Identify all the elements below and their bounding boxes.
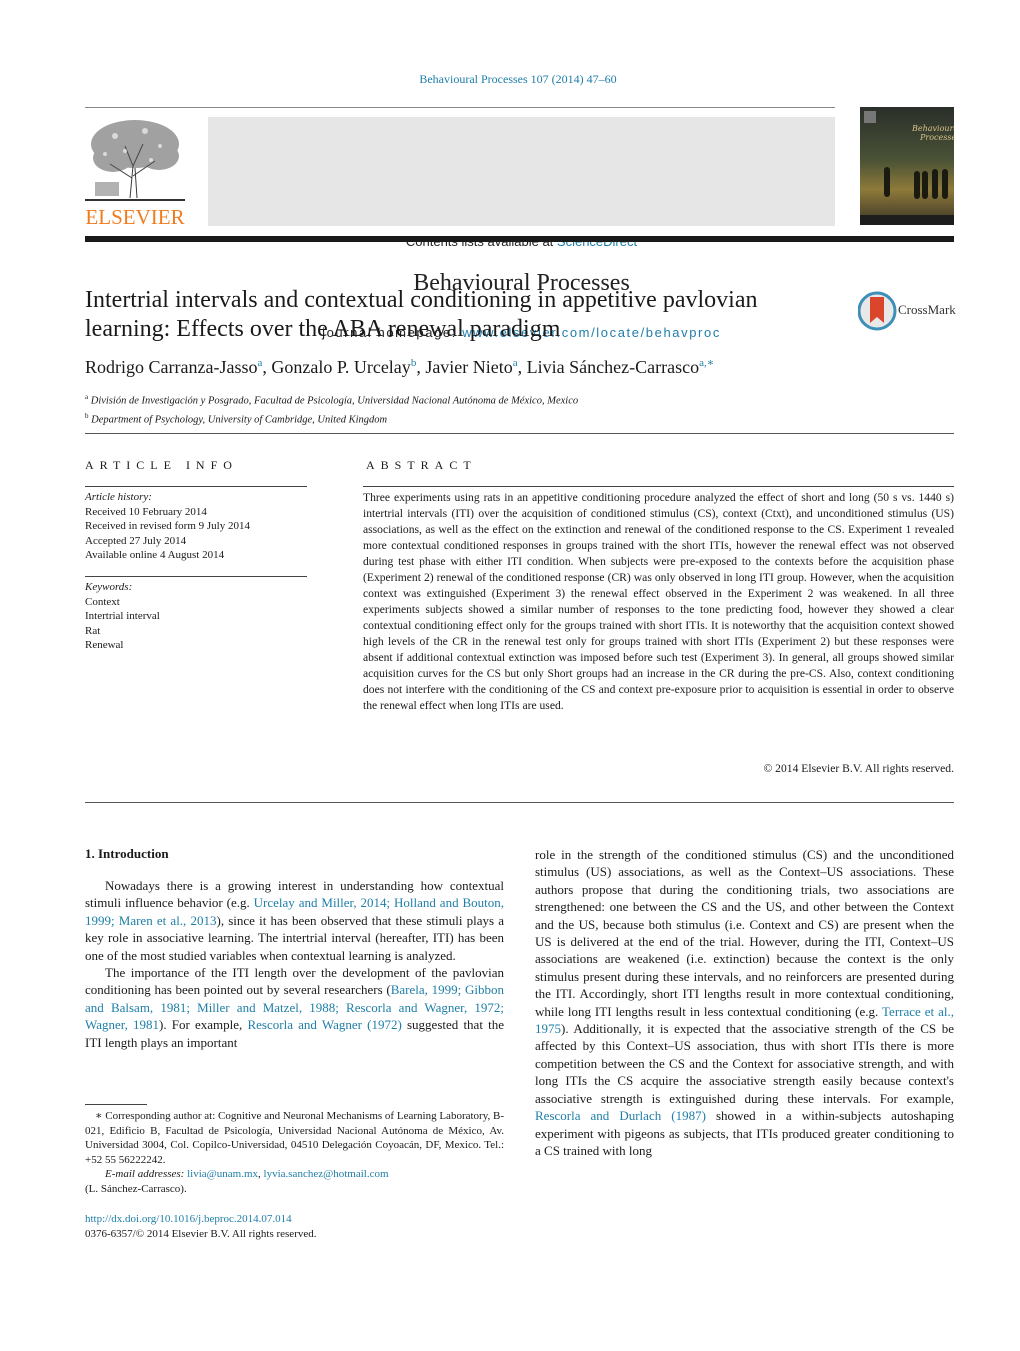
body-text: ). Additionally, it is expected that the… — [535, 1021, 954, 1106]
abstract-heading: ABSTRACT — [366, 458, 477, 472]
email-owner: (L. Sánchez-Carrasco). — [85, 1182, 187, 1195]
history-label: Article history: — [85, 491, 152, 503]
author-name[interactable]: Javier Nieto — [425, 357, 512, 377]
section-rule — [85, 433, 954, 434]
author-affiliation-mark[interactable]: a — [257, 357, 262, 369]
author-name[interactable]: Gonzalo P. Urcelay — [271, 357, 410, 377]
journal-citation-link[interactable]: Behavioural Processes 107 (2014) 47–60 — [0, 72, 1020, 87]
citation-link[interactable]: Rescorla and Wagner (1972) — [247, 1017, 401, 1032]
citation-link[interactable]: Rescorla and Durlach (1987) — [535, 1108, 706, 1123]
author-affiliation-mark[interactable]: b — [411, 357, 417, 369]
email-link[interactable]: lyvia.sanchez@hotmail.com — [264, 1168, 389, 1180]
elsevier-wordmark: ELSEVIER — [85, 205, 185, 229]
author-name[interactable]: Rodrigo Carranza-Jasso — [85, 357, 257, 377]
keyword-item: Context — [85, 595, 120, 608]
body-paragraph: The importance of the ITI length over th… — [85, 964, 504, 1051]
abstract-rule — [363, 486, 954, 487]
email-link[interactable]: livia@unam.mx — [187, 1168, 258, 1180]
keyword-item: Rat — [85, 624, 101, 637]
history-item: Accepted 27 July 2014 — [85, 534, 187, 547]
corresponding-author-footnote: ∗ Corresponding author at: Cognitive and… — [85, 1110, 505, 1195]
author-name[interactable]: Livia Sánchez-Carrasco — [527, 357, 699, 377]
crossmark-label: CrossMark — [898, 302, 956, 317]
footnote-rule — [85, 1104, 147, 1105]
keywords: Keywords: Context Intertrial interval Ra… — [85, 580, 315, 653]
affiliation-item: b Department of Psychology, University o… — [85, 409, 945, 428]
section-rule — [85, 802, 954, 803]
affiliations: a División de Investigación y Posgrado, … — [85, 390, 945, 427]
affiliation-mark: a — [85, 393, 89, 401]
author-list: Rodrigo Carranza-Jassoa, Gonzalo P. Urce… — [85, 357, 715, 377]
article-title: Intertrial intervals and contextual cond… — [85, 287, 758, 342]
keywords-rule — [85, 576, 307, 577]
body-column-right: role in the strength of the conditioned … — [535, 846, 954, 1159]
affiliation-mark: b — [85, 411, 89, 420]
author-affiliation-mark[interactable]: a — [513, 357, 518, 369]
doi-link[interactable]: http://dx.doi.org/10.1016/j.beproc.2014.… — [85, 1212, 504, 1227]
footnote-text: Corresponding author at: Cognitive and N… — [85, 1110, 505, 1166]
section-heading-introduction: 1. Introduction — [85, 846, 169, 861]
affiliation-text: Department of Psychology, University of … — [91, 414, 388, 425]
article-info-heading: ARTICLE INFO — [85, 458, 238, 472]
journal-cover-image: Behavioural Processes — [860, 107, 961, 225]
keywords-label: Keywords: — [85, 581, 133, 593]
article-info-rule — [85, 486, 307, 487]
keyword-item: Intertrial interval — [85, 610, 160, 622]
doi-block: http://dx.doi.org/10.1016/j.beproc.2014.… — [85, 1212, 504, 1241]
body-paragraph: role in the strength of the conditioned … — [535, 846, 954, 1159]
body-column-left: Nowadays there is a growing interest in … — [85, 877, 504, 1051]
abstract-copyright: © 2014 Elsevier B.V. All rights reserved… — [763, 762, 954, 775]
body-text: ). For example, — [159, 1017, 248, 1033]
history-item: Available online 4 August 2014 — [85, 549, 225, 561]
history-item: Received 10 February 2014 — [85, 505, 207, 518]
body-paragraph: Nowadays there is a growing interest in … — [85, 877, 504, 964]
keyword-item: Renewal — [85, 639, 124, 651]
article-history: Article history: Received 10 February 20… — [85, 490, 315, 563]
svg-text:Behavioural: Behavioural — [911, 124, 954, 133]
svg-text:Processes: Processes — [919, 133, 954, 142]
author-affiliation-mark[interactable]: a,∗ — [699, 357, 714, 369]
issn-copyright: 0376-6357/© 2014 Elsevier B.V. All right… — [85, 1227, 317, 1240]
abstract-text: Three experiments using rats in an appet… — [363, 491, 954, 712]
affiliation-item: a División de Investigación y Posgrado, … — [85, 390, 945, 409]
footnote-marker: ∗ — [95, 1110, 103, 1122]
journal-banner: Contents lists available at ScienceDirec… — [208, 117, 835, 340]
header-rule — [85, 107, 835, 108]
email-label: E-mail addresses: — [105, 1168, 188, 1180]
crossmark-badge[interactable]: CrossMark — [857, 291, 958, 331]
body-text: role in the strength of the conditioned … — [535, 847, 954, 1019]
history-item: Received in revised form 9 July 2014 — [85, 520, 250, 532]
header-heavy-rule — [85, 236, 954, 242]
affiliation-text: División de Investigación y Posgrado, Fa… — [90, 395, 579, 407]
